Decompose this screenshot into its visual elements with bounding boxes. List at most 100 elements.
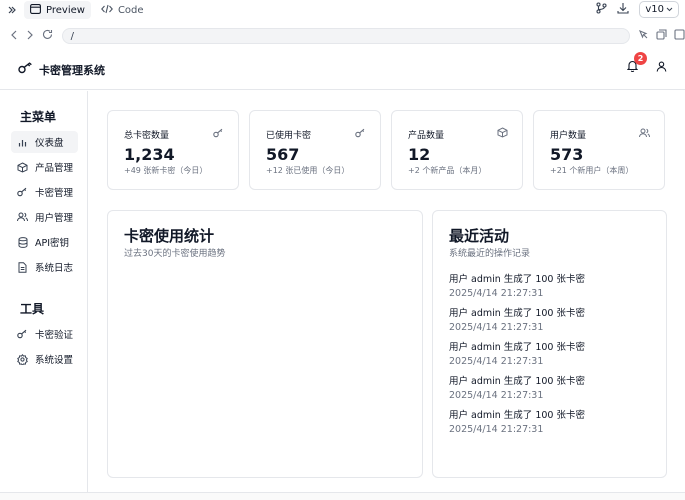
stat-card-users: 用户数量 573 +21 个新用户（本周） xyxy=(533,110,665,190)
download-icon[interactable] xyxy=(617,2,629,17)
recent-activity-card: 最近活动 系统最近的操作记录 用户 admin 生成了 100 张卡密 2025… xyxy=(432,210,667,478)
stat-value: 12 xyxy=(408,145,431,164)
stat-label: 用户数量 xyxy=(550,131,587,141)
bar-chart-icon xyxy=(17,137,28,148)
expand-sidebar-icon[interactable] xyxy=(0,5,24,15)
git-branch-icon[interactable] xyxy=(596,2,607,17)
usage-description: 过去30天的卡密使用趋势 xyxy=(124,249,226,259)
stat-card-used-cards: 已使用卡密 567 +12 张已使用（今日） xyxy=(249,110,381,190)
sidebar-item-cards[interactable]: 卡密管理 xyxy=(11,181,78,203)
activity-text: 用户 admin 生成了 100 张卡密 xyxy=(449,274,585,285)
key-icon xyxy=(17,187,28,198)
activity-text: 用户 admin 生成了 100 张卡密 xyxy=(449,410,585,421)
copy-window-icon[interactable] xyxy=(656,29,667,43)
stat-label: 产品数量 xyxy=(408,131,445,141)
sidebar-item-users[interactable]: 用户管理 xyxy=(11,206,78,228)
package-icon xyxy=(17,161,28,173)
forward-arrow-icon[interactable] xyxy=(26,29,34,43)
stat-sub: +21 个新用户（本周） xyxy=(550,166,634,175)
sidebar: 主菜单 仪表盘 产品管理 卡密管理 用户管理 API密钥 系统日志 工具 卡密验… xyxy=(0,91,88,500)
bottom-status-bar xyxy=(0,492,685,500)
package-icon xyxy=(497,127,508,141)
sidebar-item-label: 系统设置 xyxy=(35,355,74,366)
key-icon xyxy=(213,127,224,141)
file-text-icon xyxy=(17,261,28,273)
external-link-icon[interactable] xyxy=(674,29,685,43)
sidebar-item-products[interactable]: 产品管理 xyxy=(11,156,78,178)
stat-value: 1,234 xyxy=(124,145,175,164)
database-icon xyxy=(17,236,28,248)
activity-text: 用户 admin 生成了 100 张卡密 xyxy=(449,342,585,353)
key-icon xyxy=(17,329,28,340)
stat-sub: +2 个新产品（本月） xyxy=(408,166,487,175)
activity-time: 2025/4/14 21:27:31 xyxy=(449,390,544,401)
sidebar-item-label: 产品管理 xyxy=(35,163,74,174)
app-title: 卡密管理系统 xyxy=(39,63,105,77)
list-item: 用户 admin 生成了 100 张卡密 2025/4/14 21:27:31 xyxy=(449,373,585,407)
sidebar-tools-heading: 工具 xyxy=(20,302,45,316)
sidebar-item-label: 卡密验证 xyxy=(35,330,74,341)
activity-list: 用户 admin 生成了 100 张卡密 2025/4/14 21:27:31 … xyxy=(449,271,585,441)
list-item: 用户 admin 生成了 100 张卡密 2025/4/14 21:27:31 xyxy=(449,271,585,305)
sidebar-item-label: 用户管理 xyxy=(35,213,74,224)
stat-sub: +49 张新卡密（今日） xyxy=(124,166,208,175)
usage-chart-area xyxy=(124,271,406,461)
stat-card-total-cards: 总卡密数量 1,234 +49 张新卡密（今日） xyxy=(107,110,239,190)
key-icon xyxy=(355,127,366,141)
sidebar-item-api-keys[interactable]: API密钥 xyxy=(11,231,78,253)
list-item: 用户 admin 生成了 100 张卡密 2025/4/14 21:27:31 xyxy=(449,305,585,339)
chevron-down-icon xyxy=(666,4,673,15)
stat-value: 567 xyxy=(266,145,300,164)
sidebar-item-label: 卡密管理 xyxy=(35,188,74,199)
activity-time: 2025/4/14 21:27:31 xyxy=(449,322,544,333)
app-header: 卡密管理系统 2 xyxy=(0,50,685,90)
tab-preview-label: Preview xyxy=(46,4,85,16)
version-label: v10 xyxy=(645,4,664,15)
activity-time: 2025/4/14 21:27:31 xyxy=(449,356,544,367)
users-icon xyxy=(639,127,650,141)
activity-text: 用户 admin 生成了 100 张卡密 xyxy=(449,308,585,319)
url-text: / xyxy=(70,30,75,42)
tab-code-label: Code xyxy=(117,4,144,16)
user-profile-icon[interactable] xyxy=(656,61,667,75)
notification-badge: 2 xyxy=(634,52,647,65)
refresh-icon[interactable] xyxy=(42,29,53,43)
sidebar-item-label: 仪表盘 xyxy=(35,138,64,149)
list-item: 用户 admin 生成了 100 张卡密 2025/4/14 21:27:31 xyxy=(449,407,585,441)
stat-label: 已使用卡密 xyxy=(266,131,312,141)
activity-time: 2025/4/14 21:27:31 xyxy=(449,424,544,435)
sidebar-item-system-logs[interactable]: 系统日志 xyxy=(11,256,78,278)
sidebar-item-card-verify[interactable]: 卡密验证 xyxy=(11,323,78,345)
activity-description: 系统最近的操作记录 xyxy=(449,249,531,259)
sidebar-item-label: 系统日志 xyxy=(35,263,74,274)
brand[interactable]: 卡密管理系统 xyxy=(0,62,105,78)
sidebar-item-settings[interactable]: 系统设置 xyxy=(11,348,78,370)
top-toolbar: Preview Code v10 xyxy=(0,0,685,20)
activity-text: 用户 admin 生成了 100 张卡密 xyxy=(449,376,585,387)
list-item: 用户 admin 生成了 100 张卡密 2025/4/14 21:27:31 xyxy=(449,339,585,373)
stat-value: 573 xyxy=(550,145,584,164)
users-icon xyxy=(17,212,28,223)
stat-label: 总卡密数量 xyxy=(124,131,170,141)
usage-stats-card: 卡密使用统计 过去30天的卡密使用趋势 xyxy=(107,210,423,478)
sidebar-item-dashboard[interactable]: 仪表盘 xyxy=(11,131,78,153)
version-select[interactable]: v10 xyxy=(639,1,679,18)
notifications-button[interactable]: 2 xyxy=(626,52,647,75)
key-icon xyxy=(18,62,33,77)
tab-code[interactable]: Code xyxy=(95,1,150,19)
inspect-cursor-icon[interactable] xyxy=(638,29,649,43)
gear-icon xyxy=(17,353,28,365)
tab-preview[interactable]: Preview xyxy=(24,1,91,19)
sidebar-main-heading: 主菜单 xyxy=(20,110,57,124)
activity-title: 最近活动 xyxy=(449,227,510,245)
usage-title: 卡密使用统计 xyxy=(124,227,215,245)
back-arrow-icon[interactable] xyxy=(10,29,18,43)
browser-bar: / xyxy=(0,24,685,48)
code-icon xyxy=(100,4,113,17)
activity-time: 2025/4/14 21:27:31 xyxy=(449,288,544,299)
preview-icon xyxy=(30,3,41,17)
stat-card-products: 产品数量 12 +2 个新产品（本月） xyxy=(391,110,523,190)
url-input[interactable]: / xyxy=(61,28,630,44)
sidebar-item-label: API密钥 xyxy=(35,238,70,249)
stat-sub: +12 张已使用（今日） xyxy=(266,166,350,175)
